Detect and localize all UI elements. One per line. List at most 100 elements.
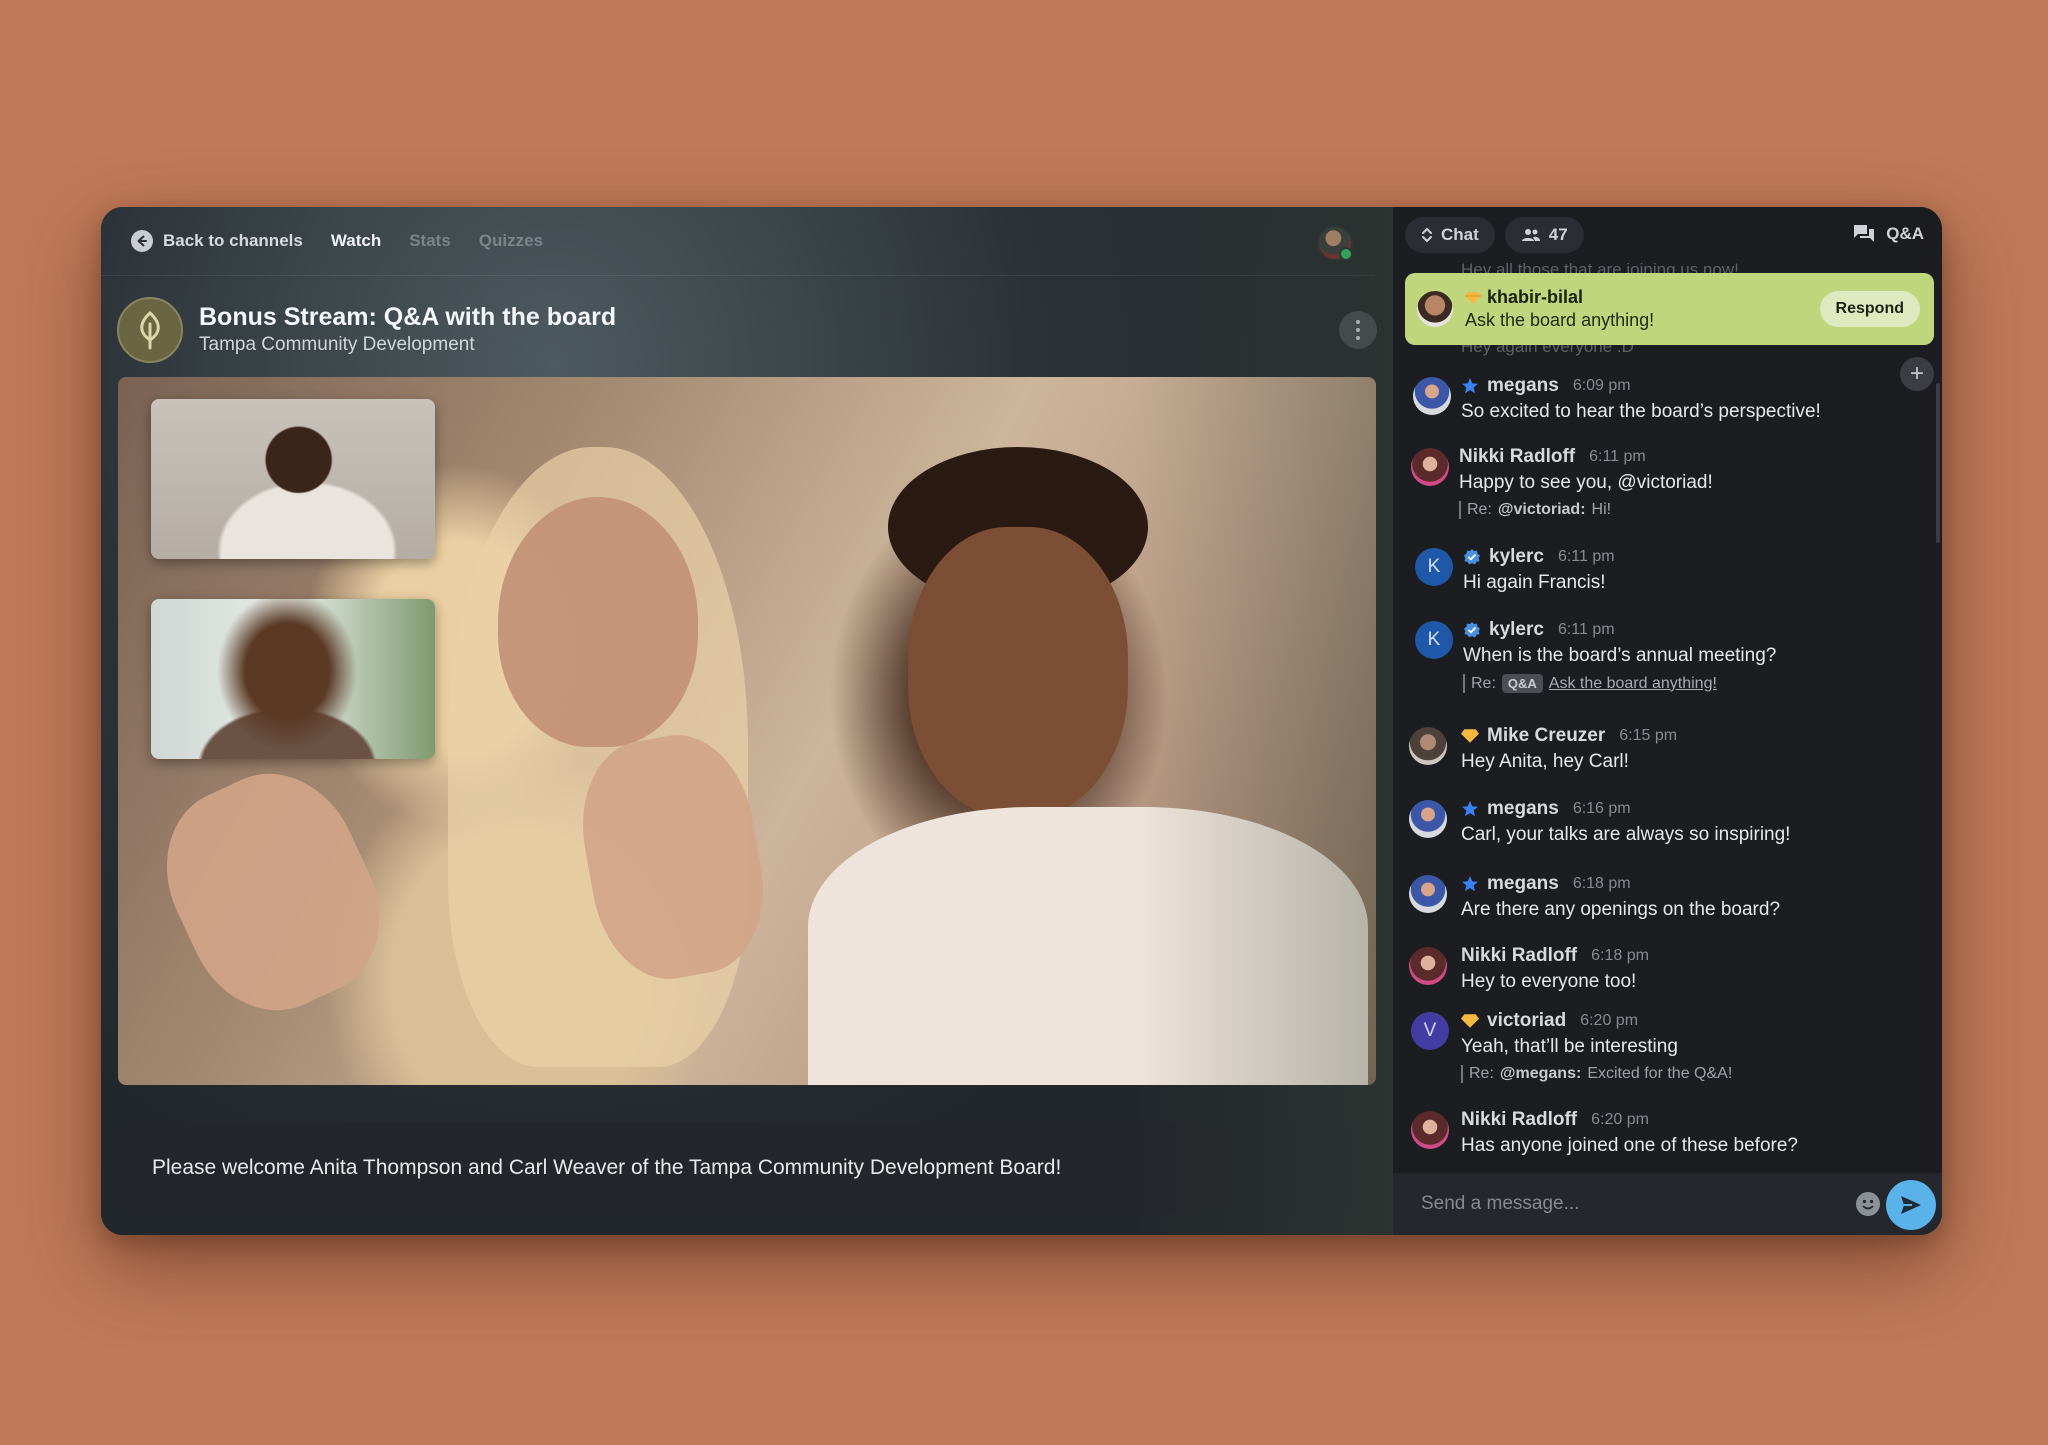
- message-text: Are there any openings on the board?: [1461, 899, 1781, 920]
- message-text: Has anyone joined one of these before?: [1461, 1135, 1798, 1156]
- reply-link[interactable]: Ask the board anything!: [1549, 675, 1717, 693]
- arrow-left-icon: [131, 230, 153, 252]
- chat-message: V victoriad 6:20 pm Yeah, that’ll be int…: [1411, 1008, 1892, 1083]
- message-time: 6:11 pm: [1557, 548, 1615, 565]
- message-time: 6:15 pm: [1619, 727, 1678, 744]
- message-input[interactable]: [1419, 1192, 1823, 1216]
- chat-message: Nikki Radloff 6:20 pm Has anyone joined …: [1411, 1107, 1892, 1157]
- more-options-button[interactable]: [1339, 311, 1377, 349]
- qa-tag: Q&A: [1501, 674, 1543, 693]
- chat-message: K kylerc 6:11 pm When is the board’s ann…: [1415, 617, 1892, 693]
- reply-user: @victoriad:: [1497, 501, 1586, 518]
- star-badge-icon: [1462, 378, 1478, 394]
- star-badge-icon: [1462, 801, 1478, 817]
- channel-name: Tampa Community Development: [199, 334, 475, 355]
- message-time: 6:18 pm: [1591, 947, 1649, 964]
- stream-caption: Please welcome Anita Thompson and Carl W…: [118, 1123, 1374, 1213]
- message-username[interactable]: megans: [1487, 873, 1559, 895]
- message-username[interactable]: megans: [1487, 375, 1559, 397]
- message-username[interactable]: kylerc: [1489, 546, 1544, 568]
- avatar: [1409, 727, 1447, 765]
- avatar: [1411, 448, 1449, 486]
- chat-message: megans 6:18 pm Are there any openings on…: [1409, 871, 1892, 921]
- top-nav: Back to channels Watch Stats Quizzes: [101, 207, 1375, 276]
- tab-quizzes[interactable]: Quizzes: [479, 231, 543, 251]
- back-label: Back to channels: [163, 231, 303, 250]
- message-text: Hey Anita, hey Carl!: [1461, 751, 1629, 772]
- avatar: [1411, 1111, 1449, 1149]
- stream-title: Bonus Stream: Q&A with the board: [199, 303, 617, 331]
- stream-header: Bonus Stream: Q&A with the board Tampa C…: [117, 297, 1377, 363]
- tab-stats[interactable]: Stats: [409, 231, 451, 251]
- message-username[interactable]: kylerc: [1489, 619, 1544, 641]
- message-text: Carl, your talks are always so inspiring…: [1461, 824, 1791, 845]
- stream-panel: Back to channels Watch Stats Quizzes Bon…: [101, 207, 1393, 1235]
- message-composer: [1393, 1173, 1942, 1235]
- video-person-carl: [908, 527, 1128, 817]
- video-face: [498, 497, 698, 747]
- message-text: Happy to see you, @victoriad!: [1459, 472, 1713, 493]
- reply-text: Hi!: [1591, 501, 1612, 518]
- message-time: 6:18 pm: [1572, 875, 1631, 892]
- avatar: [1409, 875, 1447, 913]
- add-icon[interactable]: +: [1900, 357, 1934, 391]
- online-status-dot: [1339, 247, 1353, 261]
- message-username[interactable]: megans: [1487, 798, 1559, 820]
- video-hand: [138, 747, 408, 1037]
- message-username[interactable]: Nikki Radloff: [1461, 945, 1577, 967]
- chat-panel: Chat 47 Q&A Hey all those that are joini…: [1393, 207, 1942, 1235]
- message-text: Hi again Francis!: [1463, 572, 1606, 593]
- message-username[interactable]: Mike Creuzer: [1487, 725, 1605, 747]
- message-time: 6:20 pm: [1591, 1111, 1649, 1128]
- diamond-badge-icon: [1465, 291, 1481, 304]
- chat-message: megans 6:16 pm Carl, your talks are alwa…: [1409, 796, 1892, 846]
- user-avatar[interactable]: [1317, 225, 1353, 261]
- diamond-badge-icon: [1461, 1014, 1479, 1028]
- diamond-badge-icon: [1461, 729, 1479, 743]
- tab-watch[interactable]: Watch: [331, 231, 381, 251]
- back-to-channels-link[interactable]: Back to channels: [131, 230, 303, 252]
- reply-user: @megans:: [1499, 1065, 1582, 1082]
- more-vertical-icon: [1356, 318, 1360, 342]
- message-time: 6:11 pm: [1557, 621, 1615, 638]
- reply-prefix: Re:: [1469, 1065, 1494, 1082]
- pinned-username: khabir-bilal: [1487, 287, 1584, 307]
- avatar: [1409, 947, 1447, 985]
- message-text: Hey to everyone too!: [1461, 971, 1637, 992]
- pinned-question[interactable]: khabir-bilal Ask the board anything! Res…: [1405, 273, 1934, 345]
- pinned-message: Ask the board anything!: [1465, 310, 1655, 330]
- avatar: [1413, 377, 1451, 415]
- message-username[interactable]: victoriad: [1487, 1010, 1566, 1032]
- main-video[interactable]: [118, 377, 1376, 1085]
- respond-button[interactable]: Respond: [1819, 291, 1920, 327]
- participant-thumbnail[interactable]: [151, 399, 435, 559]
- video-shirt: [808, 807, 1368, 1085]
- message-reply[interactable]: Re: @megans: Excited for the Q&A!: [1461, 1065, 1892, 1083]
- message-time: 6:09 pm: [1572, 377, 1631, 394]
- emoji-icon[interactable]: [1856, 1192, 1880, 1216]
- message-reply[interactable]: Re: Q&A Ask the board anything!: [1463, 674, 1892, 693]
- reply-text: Excited for the Q&A!: [1587, 1065, 1733, 1082]
- message-time: 6:20 pm: [1580, 1012, 1639, 1029]
- avatar: K: [1415, 548, 1453, 586]
- avatar: K: [1415, 621, 1453, 659]
- send-icon: [1901, 1196, 1921, 1214]
- message-text: So excited to hear the board’s perspecti…: [1461, 401, 1821, 422]
- chat-message: K kylerc 6:11 pm Hi again Francis!: [1415, 544, 1892, 594]
- leaf-logo-icon: [117, 297, 183, 363]
- message-text: When is the board’s annual meeting?: [1463, 645, 1777, 666]
- message-reply[interactable]: Re: @victoriad: Hi!: [1459, 501, 1892, 519]
- chat-message: Nikki Radloff 6:11 pm Happy to see you, …: [1411, 444, 1892, 519]
- chat-message: megans 6:09 pm So excited to hear the bo…: [1413, 373, 1892, 423]
- message-time: 6:11 pm: [1589, 448, 1646, 465]
- chat-message: Nikki Radloff 6:18 pm Hey to everyone to…: [1409, 943, 1892, 993]
- verified-badge-icon: [1464, 549, 1480, 565]
- star-badge-icon: [1462, 876, 1478, 892]
- participant-thumbnail[interactable]: [151, 599, 435, 759]
- message-username[interactable]: Nikki Radloff: [1459, 446, 1575, 468]
- avatar: [1409, 800, 1447, 838]
- send-button[interactable]: [1886, 1180, 1936, 1230]
- reply-prefix: Re:: [1467, 501, 1492, 518]
- message-username[interactable]: Nikki Radloff: [1461, 1109, 1577, 1131]
- message-time: 6:16 pm: [1572, 800, 1631, 817]
